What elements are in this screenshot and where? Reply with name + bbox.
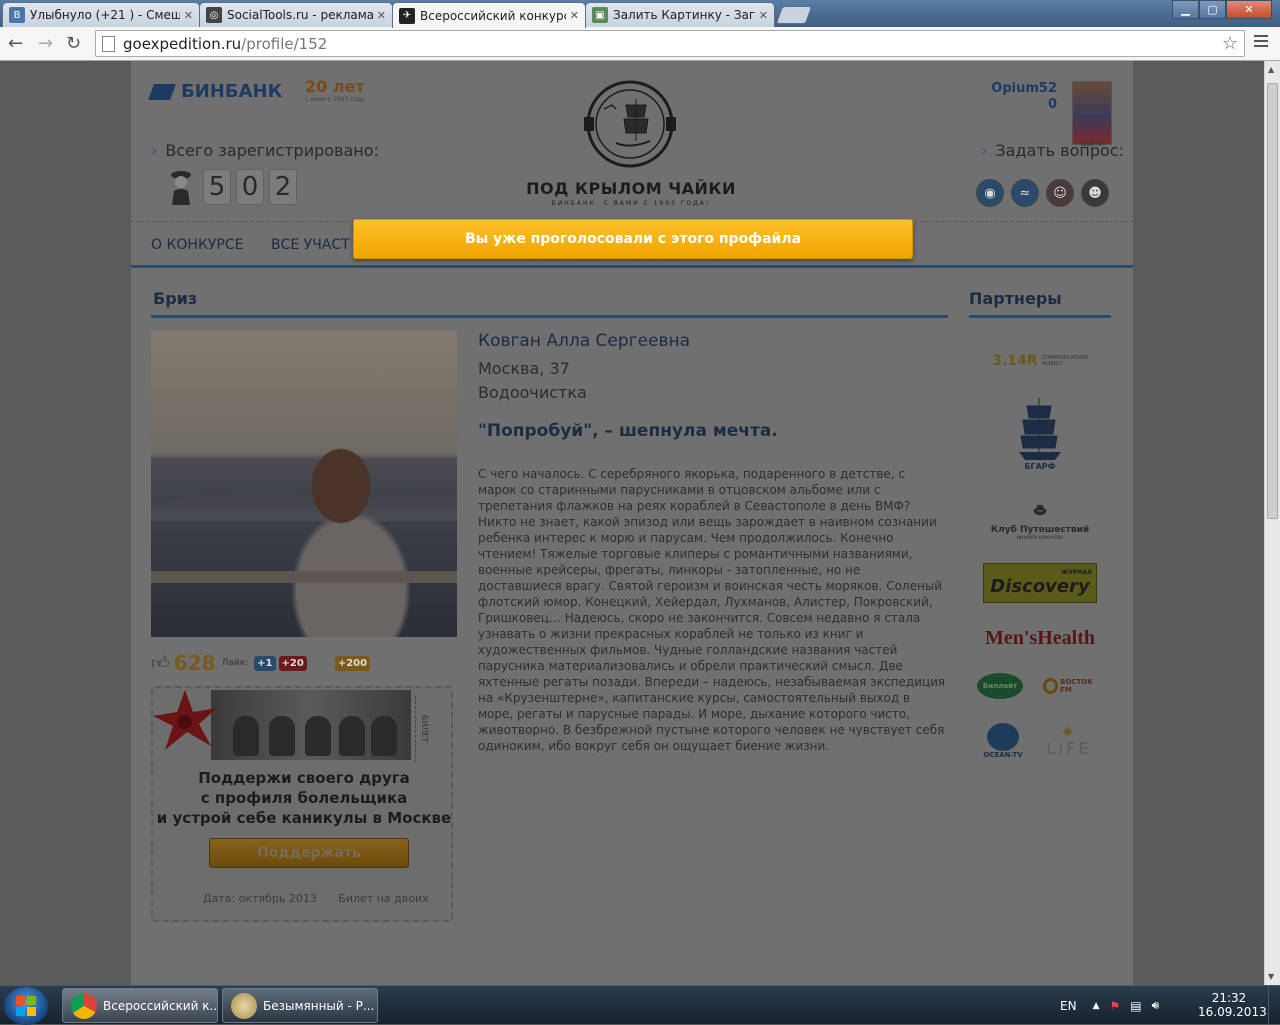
clock-time: 21:32 bbox=[1211, 991, 1247, 1005]
taskbar-item-label: Безымянный - Р... bbox=[263, 998, 375, 1013]
back-icon[interactable]: ← bbox=[8, 33, 23, 54]
browser-toolbar: ← → ↻ goexpedition.ru/profile/152 ☆ bbox=[0, 27, 1280, 61]
tab-close-icon[interactable]: ✕ bbox=[377, 9, 386, 22]
minimize-icon[interactable]: ▁ bbox=[1172, 0, 1199, 19]
show-desktop-button[interactable] bbox=[1268, 986, 1280, 1025]
vk-icon: В bbox=[9, 7, 25, 23]
address-bar[interactable]: goexpedition.ru/profile/152 ☆ bbox=[95, 30, 1245, 57]
page-icon bbox=[102, 35, 115, 52]
tab-image-host[interactable]: ▣ Залить Картинку - Загру ✕ bbox=[585, 2, 775, 27]
menu-icon[interactable] bbox=[1254, 35, 1268, 49]
modal-overlay bbox=[0, 61, 1264, 985]
bookmark-star-icon[interactable]: ☆ bbox=[1222, 33, 1238, 54]
paint-icon bbox=[231, 992, 257, 1019]
image-host-icon: ▣ bbox=[592, 7, 608, 23]
taskbar-item-chrome[interactable]: Всероссийский к... bbox=[62, 988, 218, 1023]
taskbar-item-label: Всероссийский к... bbox=[103, 998, 218, 1013]
windows-taskbar: Всероссийский к... Безымянный - Р... EN … bbox=[0, 985, 1280, 1025]
taskbar-item-paint[interactable]: Безымянный - Р... bbox=[222, 988, 378, 1023]
tray-expand-icon[interactable]: ▲ bbox=[1093, 1001, 1100, 1011]
maximize-icon[interactable]: ▢ bbox=[1199, 0, 1226, 19]
reload-icon[interactable]: ↻ bbox=[66, 33, 81, 54]
socialtools-icon: ◎ bbox=[206, 7, 222, 23]
scroll-down-icon[interactable]: ▼ bbox=[1268, 972, 1274, 981]
scrollbar-thumb[interactable] bbox=[1267, 83, 1278, 519]
seagull-icon: ✈ bbox=[399, 7, 415, 24]
tab-title: Улыбнуло (+21 ) - Смеш bbox=[30, 8, 180, 22]
scroll-up-icon[interactable]: ▲ bbox=[1268, 65, 1274, 74]
url-path: /profile/152 bbox=[241, 34, 328, 53]
already-voted-toast[interactable]: Вы уже проголосовали с этого профайла bbox=[353, 219, 913, 259]
tab-contest[interactable]: ✈ Всероссийский конкурс ✕ bbox=[392, 2, 586, 28]
tab-title: Всероссийский конкурс bbox=[420, 8, 566, 23]
tab-close-icon[interactable]: ✕ bbox=[184, 9, 193, 22]
system-clock[interactable]: 21:32 16.09.2013 bbox=[1198, 991, 1267, 1019]
language-indicator[interactable]: EN bbox=[1060, 999, 1077, 1013]
new-tab-button[interactable] bbox=[775, 6, 813, 24]
volume-icon[interactable]: 🔊︎ bbox=[1152, 998, 1160, 1013]
action-center-icon[interactable]: ⚑ bbox=[1109, 999, 1120, 1013]
tab-title: Залить Картинку - Загру bbox=[613, 8, 755, 22]
page-viewport: БИНБАНК 20 лет с вами с 1993 года › Всего… bbox=[0, 61, 1264, 985]
close-icon[interactable]: ✕ bbox=[1226, 0, 1272, 19]
tab-socialtools[interactable]: ◎ SocialTools.ru - реклама ✕ bbox=[199, 2, 393, 27]
window-controls: ▁ ▢ ✕ bbox=[1172, 0, 1272, 19]
network-icon[interactable]: ▤ bbox=[1130, 999, 1141, 1013]
tab-close-icon[interactable]: ✕ bbox=[570, 9, 579, 22]
system-tray: EN ▲ ⚑ ▤ 🔊︎ bbox=[1060, 986, 1159, 1025]
tab-close-icon[interactable]: ✕ bbox=[759, 9, 768, 22]
start-button[interactable] bbox=[4, 987, 48, 1025]
windows-logo-icon bbox=[16, 996, 36, 1016]
tab-vk[interactable]: В Улыбнуло (+21 ) - Смеш ✕ bbox=[2, 2, 200, 27]
vertical-scrollbar[interactable]: ▲ ▼ bbox=[1264, 61, 1280, 985]
tab-strip: В Улыбнуло (+21 ) - Смеш ✕ ◎ SocialTools… bbox=[0, 0, 1280, 28]
url-domain: goexpedition.ru bbox=[123, 34, 242, 53]
tab-title: SocialTools.ru - реклама bbox=[227, 8, 373, 22]
chrome-icon bbox=[71, 992, 97, 1019]
forward-icon[interactable]: → bbox=[38, 33, 53, 54]
clock-date: 16.09.2013 bbox=[1198, 1005, 1267, 1019]
